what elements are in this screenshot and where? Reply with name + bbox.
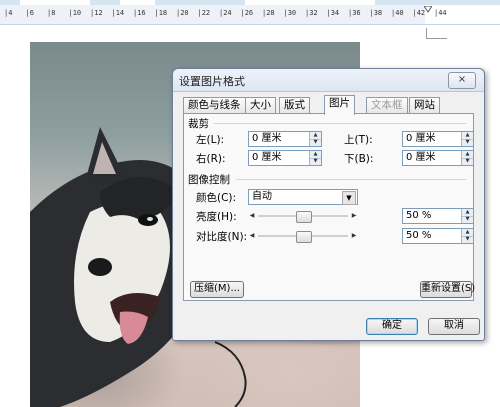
ruler-number: |38 (369, 9, 383, 17)
horizontal-ruler[interactable]: |4 |6 |8 |10 |12 |14 |16 |18 |20 |22 |24… (0, 0, 500, 26)
ruler-number: |12 (90, 9, 103, 17)
crop-left-label: 左(L): (196, 134, 225, 146)
crop-right-label: 右(R): (196, 153, 226, 165)
ruler-number: |30 (283, 9, 297, 17)
ruler-number: |4 (4, 9, 13, 17)
ruler-number: |44 (434, 9, 447, 17)
brightness-field[interactable]: 50 % ▲ ▼ (402, 208, 474, 224)
crop-right-field[interactable]: 0 厘米 ▲ ▼ (248, 150, 322, 166)
dialog-title: 设置图片格式 (179, 75, 245, 88)
right-indent-marker-icon[interactable] (424, 6, 432, 14)
ruler-number: |28 (262, 9, 275, 17)
crop-divider (214, 123, 466, 124)
ruler-number: |6 (25, 9, 34, 17)
spin-down-icon[interactable]: ▼ (462, 139, 473, 146)
contrast-spinner[interactable]: ▲ ▼ (461, 229, 473, 243)
close-button[interactable]: × (448, 72, 476, 89)
slider-thumb[interactable] (296, 231, 312, 243)
tab-colors-lines[interactable]: 颜色与线条 (183, 97, 246, 113)
watermark-text: Baidu经验 (385, 363, 450, 379)
crop-left-field[interactable]: 0 厘米 ▲ ▼ (248, 131, 322, 147)
spin-down-icon[interactable]: ▼ (310, 158, 321, 165)
brightness-value: 50 % (406, 210, 432, 221)
reset-button[interactable]: 重新设置(S) (420, 281, 475, 298)
crop-right-value: 0 厘米 (252, 152, 282, 163)
close-icon: × (457, 74, 467, 85)
spin-down-icon[interactable]: ▼ (462, 216, 473, 223)
chevron-down-icon[interactable]: ▼ (342, 191, 356, 205)
brightness-label: 亮度(H): (196, 211, 237, 223)
cancel-button[interactable]: 取消 (428, 318, 480, 335)
ruler-number: |36 (348, 9, 361, 17)
watermark: Baidu经验 jingyan.baidu.com (385, 360, 459, 396)
crop-top-label: 上(T): (344, 134, 373, 146)
crop-bottom-field[interactable]: 0 厘米 ▲ ▼ (402, 150, 474, 166)
crop-bottom-spinner[interactable]: ▲ ▼ (461, 151, 473, 165)
contrast-slider[interactable]: ◀ ▶ (248, 230, 358, 243)
ruler-number: |32 (305, 9, 318, 17)
contrast-label: 对比度(N): (196, 231, 248, 243)
image-control-divider (236, 179, 466, 180)
ruler-number: |10 (68, 9, 82, 17)
ruler-number: |34 (326, 9, 340, 17)
crop-top-field[interactable]: 0 厘米 ▲ ▼ (402, 131, 474, 147)
ruler-number: |16 (133, 9, 146, 17)
ok-button[interactable]: 确定 (366, 318, 418, 335)
picture-tab-panel: 裁剪 左(L): 0 厘米 ▲ ▼ 上(T): 0 厘米 ▲ ▼ 右(R): 0 厘… (183, 113, 475, 301)
color-select[interactable]: 自动 ▼ (248, 189, 358, 205)
contrast-value: 50 % (406, 230, 432, 241)
tab-textbox: 文本框 (366, 97, 408, 113)
ruler-number: |18 (154, 9, 168, 17)
crop-right-spinner[interactable]: ▲ ▼ (309, 151, 321, 165)
slider-right-arrow-icon[interactable]: ▶ (350, 230, 358, 242)
tab-picture[interactable]: 图片 (324, 95, 355, 115)
crop-bottom-label: 下(B): (344, 153, 374, 165)
tab-size[interactable]: 大小 (245, 97, 276, 113)
crop-bottom-value: 0 厘米 (406, 152, 436, 163)
slider-right-arrow-icon[interactable]: ▶ (350, 210, 358, 222)
ruler-number: |20 (176, 9, 189, 17)
spin-down-icon[interactable]: ▼ (462, 236, 473, 243)
crop-top-value: 0 厘米 (406, 133, 436, 144)
spin-down-icon[interactable]: ▼ (462, 158, 473, 165)
ruler-number: |40 (391, 9, 404, 17)
brightness-slider[interactable]: ◀ ▶ (248, 210, 358, 223)
brightness-spinner[interactable]: ▲ ▼ (461, 209, 473, 223)
ruler-number: |14 (111, 9, 125, 17)
ruler-number: |8 (47, 9, 56, 17)
tab-layout[interactable]: 版式 (279, 97, 310, 113)
color-select-value: 自动 (252, 191, 272, 202)
ruler-number: |24 (219, 9, 232, 17)
watermark-subtext: jingyan.baidu.com (385, 385, 459, 394)
ruler-number: |26 (240, 9, 254, 17)
slider-left-arrow-icon[interactable]: ◀ (248, 230, 256, 242)
tab-web[interactable]: 网站 (409, 97, 440, 113)
spin-down-icon[interactable]: ▼ (310, 139, 321, 146)
margin-corner-guide (426, 28, 447, 39)
compress-button[interactable]: 压缩(M)... (190, 281, 244, 298)
crop-left-spinner[interactable]: ▲ ▼ (309, 132, 321, 146)
color-label: 颜色(C): (196, 192, 237, 204)
crop-top-spinner[interactable]: ▲ ▼ (461, 132, 473, 146)
crop-section-label: 裁剪 (188, 118, 209, 130)
format-picture-dialog: 设置图片格式 × 颜色与线条 大小 版式 图片 文本框 网站 裁剪 左(L): … (172, 68, 485, 341)
crop-left-value: 0 厘米 (252, 133, 282, 144)
slider-thumb[interactable] (296, 211, 312, 223)
contrast-field[interactable]: 50 % ▲ ▼ (402, 228, 474, 244)
ruler-number: |22 (197, 9, 211, 17)
slider-left-arrow-icon[interactable]: ◀ (248, 210, 256, 222)
dialog-titlebar[interactable]: 设置图片格式 × (173, 69, 484, 92)
image-control-section-label: 图像控制 (188, 174, 230, 186)
